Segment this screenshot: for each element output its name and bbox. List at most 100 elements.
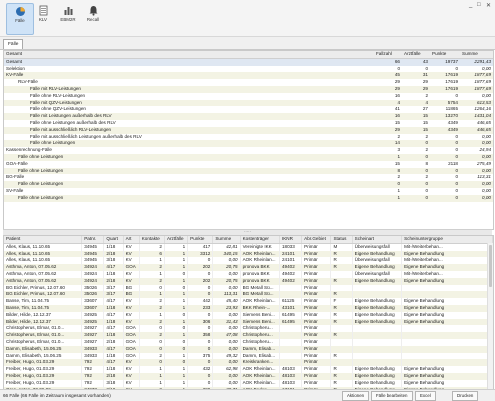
table-cell: 1 [164, 379, 189, 387]
toolbar-button-klv[interactable]: KLV [30, 3, 56, 33]
table-row[interactable]: Freiber, Hugo, 01.03.29 792 3/18 KV 1 1 0 0,00 A… [4, 379, 493, 387]
column-header[interactable]: Scheinuntergruppe [401, 236, 493, 244]
toolbar-button-ebm2r[interactable]: EBM2R [55, 3, 81, 33]
vertical-scrollbar[interactable] [487, 243, 493, 390]
table-row[interactable]: Alles, Klaus, 11.10.65 34945 3/18 KV 1 1 0 0,00… [4, 257, 493, 265]
summary-row[interactable]: Fälle mit RLV-Leistungen 29 29 17619 1877,69 [4, 85, 493, 93]
table-cell: Primär [301, 352, 332, 360]
toolbar-button-recall[interactable]: Recall [80, 3, 106, 33]
table-cell: KV [123, 379, 140, 387]
summary-row[interactable]: Kassenrechnung-Fälle 3 2 0 24,94 [4, 147, 493, 154]
summary-row[interactable]: KV-Fälle 45 31 17619 1877,69 [4, 72, 493, 80]
scrollbar-thumb[interactable] [489, 245, 492, 287]
table-cell: KV [123, 277, 140, 285]
table-cell: pronova BKK [240, 270, 280, 278]
close-icon[interactable]: ✕ [486, 2, 491, 9]
column-header[interactable]: Patnr. [81, 236, 105, 244]
table-row[interactable]: Christopherus, Elmar, 01.0... 34927 1/18 GO… [4, 332, 493, 339]
table-row[interactable]: Bilder, Hilde, 12.12.37 34925 1/18 KV 2 1 306 3… [4, 318, 493, 326]
summary-row[interactable]: Fälle ohne Leistungen 0 0 0 0,00 [4, 181, 493, 188]
summary-row[interactable]: Fälle ohne Leistungen 8 0 0 0,00 [4, 167, 493, 175]
table-row[interactable]: Freiber, Hugo, 01.03.29 792 2/18 KV 1 1 0 0,00 A… [4, 372, 493, 380]
column-header[interactable]: Quart [103, 236, 124, 244]
summary-row[interactable]: Fälle ohne Leistungen 1 0 0 0,00 [4, 194, 493, 202]
summary-cell-punkte: 0 [455, 133, 458, 139]
table-cell: 3/17 [103, 284, 124, 292]
table-row[interactable]: Asthma, Anton, 07.05.62 34924 2/18 KV 2 1 202 2… [4, 277, 493, 285]
table-cell: R [330, 291, 353, 299]
table-cell: 0 [187, 284, 214, 292]
table-row[interactable]: Asthma, Anton, 07.05.62 34924 1/18 KV 1 0 0 0,0… [4, 270, 493, 278]
summary-row[interactable]: Fälle ohne QZV-Leistungen 41 27 11865 1264,1… [4, 106, 493, 113]
table-row[interactable]: Alles, Klaus, 11.10.65 34945 2/18 KV 6 1 3312 3… [4, 250, 493, 258]
column-header[interactable]: Kostenträger [240, 236, 280, 244]
table-cell: R [330, 250, 353, 258]
summary-row[interactable]: GOA-Fälle 15 8 2118 275,49 [4, 161, 493, 168]
summary-row[interactable]: RLV-Fälle 29 29 17619 1877,69 [4, 79, 493, 86]
table-cell: 202 [187, 277, 214, 285]
column-header[interactable]: Art [123, 236, 140, 244]
table-row[interactable]: Freiber, Hugo, 01.03.29 792 4/17 KV 0 0 0 0,00 K… [4, 359, 493, 367]
summary-header-arztfaelle[interactable]: Arztfälle [402, 51, 430, 59]
table-row[interactable]: Banse, Tim, 11.04.75 33607 4/17 KV 2 1 442 45,4… [4, 298, 493, 305]
column-header[interactable]: Scheinart [352, 236, 403, 244]
summary-row[interactable]: Fälle mit ausschließlich Leistungen auße… [4, 134, 493, 141]
table-row[interactable]: BG Eichler, Primus, 12.07.60 35026 3/17 BG 0… [4, 284, 493, 292]
column-header[interactable]: Status [330, 236, 353, 244]
summary-row-name: Fälle mit ausschließlich Leistungen auße… [30, 133, 142, 139]
column-header[interactable]: Punkte [187, 236, 214, 244]
column-header[interactable]: IKNR [279, 236, 303, 244]
column-header[interactable]: Arztfälle [164, 236, 189, 244]
table-cell [352, 359, 403, 367]
column-header[interactable]: Kontakte [139, 236, 165, 244]
summary-row[interactable]: Fälle ohne Leistungen 1 0 0 0,00 [4, 153, 493, 161]
table-cell [330, 338, 353, 346]
summary-header-fallzahl[interactable]: Fallzahl [374, 51, 402, 59]
table-cell: Primär [301, 277, 332, 285]
table-cell: 34924 [81, 277, 105, 285]
summary-row[interactable]: BG-Fälle 2 2 0 113,31 [4, 174, 493, 181]
table-cell: 113,31 [212, 291, 241, 299]
table-cell: 306 [187, 318, 214, 326]
table-row[interactable]: BG Eichler, Primus, 12.07.60 35026 3/17 BG 1… [4, 291, 493, 299]
summary-row[interactable]: Fälle mit ausschließlich RLV-Leistungen 2… [4, 126, 493, 134]
table-row[interactable]: Christopherus, Elmar, 01.0... 34927 2/18 GO… [4, 338, 493, 346]
table-row[interactable]: Banse, Tim, 11.04.75 33607 1/18 KV 2 1 233 23,9… [4, 304, 493, 312]
summary-row[interactable]: Selektion 0 0 0 0,00 [4, 66, 493, 73]
summary-row[interactable]: SV-Fälle 1 0 0 0,00 [4, 188, 493, 195]
column-header[interactable]: Patient [4, 236, 83, 244]
table-row[interactable]: Bilder, Hilde, 12.12.37 34925 4/17 KV 1 0 0 0,0… [4, 311, 493, 319]
summary-cell-punkte: 4349 [447, 119, 458, 125]
summary-cell-punkte: 17619 [445, 79, 458, 85]
table-row[interactable]: Damm, Elisabeth, 15.06.25 34933 1/18 GOA 2 1 3… [4, 352, 493, 360]
minimize-icon[interactable]: _ [469, 2, 472, 8]
table-cell: 0,00 [212, 270, 241, 278]
summary-header-name[interactable]: Gesamt [4, 51, 374, 59]
tab-faelle[interactable]: Fälle [3, 39, 24, 49]
table-cell: Banse, Tim, 11.04.75 [4, 298, 83, 305]
table-row[interactable]: Asthma, Anton, 07.05.62 34924 4/17 GOA 2 1 202… [4, 264, 493, 271]
table-row[interactable]: Freiber, Hugo, 01.03.29 792 1/18 KV 1 1 432 62,… [4, 366, 493, 373]
table-cell [401, 332, 493, 339]
summary-row[interactable]: Gesamt 66 43 19737 2291,43 [4, 58, 493, 66]
column-header[interactable]: Summe [212, 236, 241, 244]
summary-row[interactable]: Fälle mit QZV-Leistungen 4 4 5754 613,53 [4, 99, 493, 107]
table-cell: 1 [164, 318, 189, 326]
summary-row[interactable]: Fälle ohne RLV-Leistungen 16 2 0 0,00 [4, 93, 493, 100]
summary-row-name: Fälle ohne Leistungen [4, 194, 374, 202]
summary-header-summe[interactable]: Summe [460, 51, 493, 59]
table-cell: 34925 [81, 318, 105, 326]
summary-header-punkte[interactable]: Punkte [430, 51, 460, 59]
table-cell: Eigene Behandlung [352, 366, 403, 373]
table-row[interactable]: Damm, Elisabeth, 15.06.25 34933 4/17 GOA 0 0 0… [4, 345, 493, 353]
summary-row[interactable]: Fälle mit Leistungen außerhalb des RLV 16… [4, 113, 493, 120]
summary-row-name: Fälle mit ausschließlich RLV-Leistungen [4, 126, 374, 134]
table-row[interactable]: Alles, Klaus, 11.10.65 34945 1/18 KV 2 1 417 42… [4, 243, 493, 251]
table-cell: 4/17 [103, 298, 124, 305]
table-row[interactable]: Christopherus, Elmar, 01.0... 34927 4/17 GO… [4, 325, 493, 333]
table-cell: Eigene Behandlung [401, 366, 493, 373]
summary-row[interactable]: Fälle ohne Leistungen außerhalb des RLV 1… [4, 120, 493, 127]
maximize-icon[interactable]: □ [477, 2, 481, 8]
summary-row[interactable]: Fälle ohne Leistungen 14 0 0 0,00 [4, 140, 493, 148]
column-header[interactable]: Abr.Gebiet [301, 236, 332, 244]
